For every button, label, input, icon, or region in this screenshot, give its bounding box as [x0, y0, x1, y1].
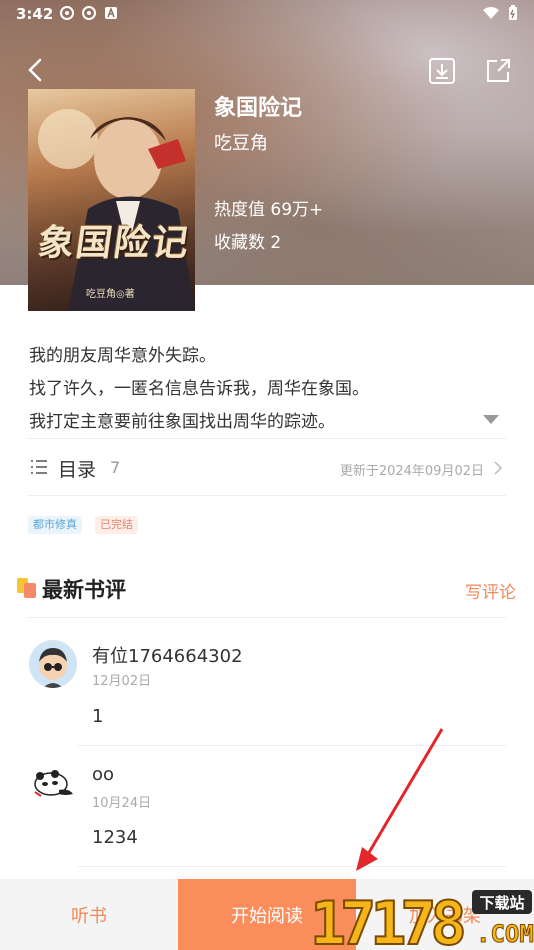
- list-icon: [31, 460, 47, 474]
- font-a-icon: [105, 6, 117, 19]
- share-icon[interactable]: [484, 57, 512, 85]
- review-author[interactable]: oo: [92, 764, 114, 785]
- avatar-user-icon: [39, 648, 67, 688]
- reviews-title: 最新书评: [42, 578, 126, 602]
- tag-status[interactable]: 已完结: [95, 516, 138, 534]
- intro-line: 我的朋友周华意外失踪。: [29, 346, 216, 366]
- toc-row[interactable]: 目录 7 更新于2024年09月02日: [28, 452, 506, 482]
- cover-art: [38, 109, 195, 311]
- review-body: 1234: [92, 827, 138, 848]
- avatar-panda-icon: [34, 770, 73, 797]
- intro-line: 我打定主意要前往象国找出周华的踪迹。: [29, 412, 335, 432]
- listen-button[interactable]: 听书: [0, 879, 178, 950]
- reviews-section-icon: [17, 578, 36, 598]
- watermark-domain: .COM: [476, 920, 534, 948]
- book-intro: 我的朋友周华意外失踪。 找了许久，一匿名信息告诉我，周华在象国。 我打定主意要前…: [29, 340, 369, 439]
- status-time: 3:42: [16, 5, 54, 23]
- write-review-button[interactable]: 写评论: [465, 578, 516, 603]
- toc-label: 目录: [58, 459, 97, 481]
- book-favorites: 收藏数 2: [214, 233, 282, 253]
- status-bar: 3:42: [0, 0, 534, 30]
- back-icon[interactable]: [22, 56, 50, 84]
- chevron-right-icon: [494, 461, 502, 475]
- watermark-logo: 17178 下载站 .COM: [310, 888, 534, 950]
- intro-line: 找了许久，一匿名信息告诉我，周华在象国。: [29, 379, 369, 399]
- watermark-badge: 下载站: [479, 894, 524, 912]
- download-icon[interactable]: [428, 57, 456, 85]
- divider: [28, 438, 506, 439]
- book-author[interactable]: 吃豆角: [214, 129, 268, 155]
- wifi-icon: [483, 7, 499, 19]
- avatar[interactable]: [29, 760, 77, 808]
- battery-icon: [509, 5, 517, 20]
- book-heat: 热度值 69万+: [214, 200, 324, 220]
- system-indicators: [482, 5, 518, 21]
- divider: [28, 495, 506, 496]
- expand-intro-icon[interactable]: [483, 415, 499, 425]
- annotation-arrow: [356, 728, 444, 871]
- cover-author: 吃豆角◎著: [86, 289, 135, 300]
- review-author[interactable]: 有位1764664302: [92, 642, 243, 668]
- divider: [28, 617, 506, 618]
- review-date: 12月02日: [92, 674, 152, 689]
- notification-icons: [60, 6, 118, 20]
- review-date: 10月24日: [92, 796, 152, 811]
- book-cover[interactable]: 象国险记 吃豆角◎著: [28, 89, 195, 311]
- watermark-text: 17178: [310, 889, 463, 950]
- toc-updated: 更新于2024年09月02日: [339, 464, 484, 479]
- cover-title: 象国险记: [35, 222, 193, 264]
- notification-icon: [60, 6, 74, 20]
- review-body: 1: [92, 706, 104, 727]
- book-title: 象国险记: [214, 96, 303, 121]
- notification-icon: [82, 6, 96, 20]
- toc-count: 7: [110, 458, 121, 477]
- avatar[interactable]: [29, 640, 77, 688]
- tag-genre[interactable]: 都市修真: [28, 516, 82, 534]
